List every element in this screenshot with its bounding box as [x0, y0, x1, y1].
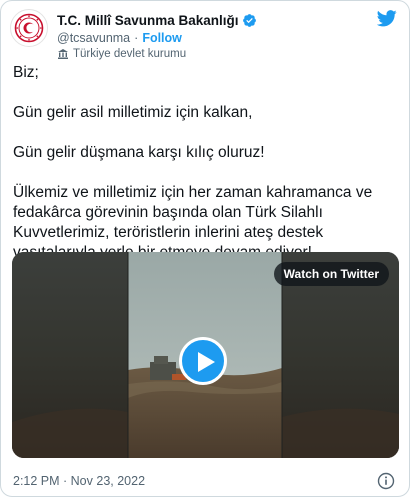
tweet-paragraph: Ülkemiz ve milletimiz için her zaman kah…	[13, 184, 373, 261]
watch-on-twitter-button[interactable]: Watch on Twitter	[273, 262, 389, 286]
tweet-header: T.C. Millî Savunma Bakanlığı @tcsavunma …	[10, 8, 397, 60]
author-info: T.C. Millî Savunma Bakanlığı @tcsavunma …	[57, 11, 257, 62]
tweet-paragraph: Biz;	[13, 64, 39, 81]
video-player[interactable]: Watch on Twitter	[12, 252, 399, 458]
tweet-paragraph: Gün gelir düşmana karşı kılıç oluruz!	[13, 144, 265, 161]
twitter-logo-icon[interactable]	[377, 10, 397, 27]
play-button[interactable]	[179, 337, 227, 385]
follow-button[interactable]: Follow	[142, 31, 182, 45]
tweet-footer: 2:12 PM · Nov 23, 2022	[13, 472, 397, 492]
account-label: Türkiye devlet kurumu	[73, 48, 187, 60]
verified-badge-icon	[242, 13, 256, 27]
author-display-name[interactable]: T.C. Millî Savunma Bakanlığı	[57, 13, 239, 28]
info-icon[interactable]	[377, 472, 395, 490]
avatar[interactable]	[10, 9, 48, 47]
tweet-timestamp[interactable]: 2:12 PM · Nov 23, 2022	[13, 474, 145, 488]
tweet-card[interactable]: T.C. Millî Savunma Bakanlığı @tcsavunma …	[0, 0, 410, 497]
ministry-emblem-icon	[14, 13, 44, 43]
government-label-icon	[58, 49, 68, 59]
tweet-paragraph: Gün gelir asil milletimiz için kalkan,	[13, 104, 253, 121]
play-icon	[198, 352, 215, 372]
tweet-text: Biz; Gün gelir asil milletimiz için kalk…	[13, 63, 403, 283]
separator-dot: ·	[134, 30, 139, 45]
author-handle[interactable]: @tcsavunma	[57, 31, 130, 45]
